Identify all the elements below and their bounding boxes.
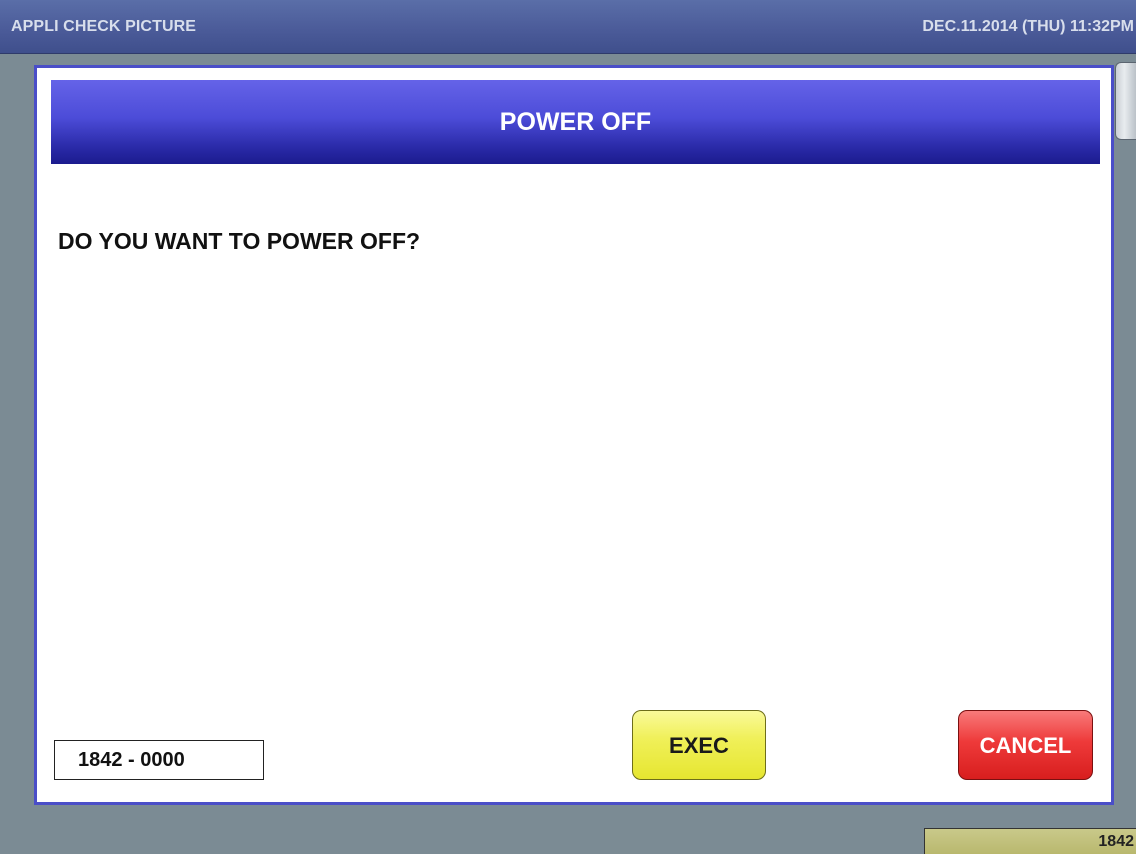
date-time-display: DEC.11.2014 (THU) 11:32PM — [922, 18, 1134, 35]
power-off-dialog: POWER OFF DO YOU WANT TO POWER OFF? 1842… — [34, 65, 1114, 805]
dialog-header: POWER OFF — [51, 80, 1100, 164]
top-bar: APPLI CHECK PICTURE DEC.11.2014 (THU) 11… — [0, 0, 1136, 54]
status-counter: 1842 — [924, 828, 1136, 854]
dialog-title: POWER OFF — [499, 108, 652, 136]
scroll-handle[interactable] — [1115, 62, 1136, 140]
message-code: 1842 - 0000 — [78, 749, 185, 771]
app-title: APPLI CHECK PICTURE — [11, 18, 197, 35]
cancel-button[interactable]: CANCEL — [958, 710, 1093, 780]
status-counter-value: 1842 — [1098, 833, 1134, 850]
dialog-message: DO YOU WANT TO POWER OFF? — [58, 228, 421, 254]
exec-button[interactable]: EXEC — [632, 710, 766, 780]
message-code-box: 1842 - 0000 — [54, 740, 264, 780]
